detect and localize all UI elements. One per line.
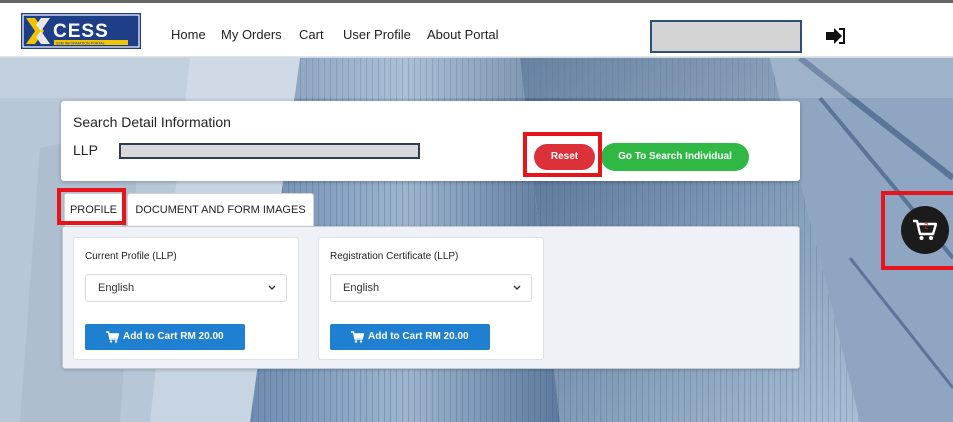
search-detail-card: Search Detail Information LLP Reset Go T… bbox=[61, 101, 800, 181]
product-title: Current Profile (LLP) bbox=[85, 251, 177, 262]
language-select-value: English bbox=[98, 282, 135, 294]
product-title: Registration Certificate (LLP) bbox=[330, 251, 459, 262]
llp-label: LLP bbox=[73, 142, 98, 158]
user-name-field[interactable] bbox=[650, 20, 802, 53]
top-navbar: CESS SSM INFORMATION PORTAL Home My Orde… bbox=[0, 3, 953, 57]
xcess-logo[interactable]: CESS SSM INFORMATION PORTAL bbox=[21, 13, 141, 49]
add-to-cart-label: Add to Cart RM 20.00 bbox=[368, 331, 469, 342]
tab-document-and-form-images[interactable]: DOCUMENT AND FORM IMAGES bbox=[127, 193, 314, 226]
llp-name-field bbox=[119, 143, 420, 159]
svg-text:SSM INFORMATION PORTAL: SSM INFORMATION PORTAL bbox=[56, 41, 105, 45]
chevron-down-icon bbox=[513, 285, 521, 290]
nav-cart[interactable]: Cart bbox=[299, 27, 324, 42]
nav-user-profile[interactable]: User Profile bbox=[343, 27, 411, 42]
product-card: Current Profile (LLP) English Add to Car… bbox=[73, 237, 299, 360]
chevron-down-icon bbox=[268, 285, 276, 290]
go-to-search-individual-button[interactable]: Go To Search Individual bbox=[601, 143, 749, 171]
profile-tab-panel: Current Profile (LLP) English Add to Car… bbox=[62, 226, 800, 369]
language-select-value: English bbox=[343, 282, 380, 294]
add-to-cart-button[interactable]: Add to Cart RM 20.00 bbox=[85, 324, 245, 350]
nav-home[interactable]: Home bbox=[171, 27, 206, 42]
profile-tab-highlight-box bbox=[57, 188, 126, 225]
svg-text:CESS: CESS bbox=[53, 21, 109, 42]
nav-my-orders[interactable]: My Orders bbox=[221, 27, 282, 42]
add-to-cart-label: Add to Cart RM 20.00 bbox=[123, 331, 224, 342]
cart-count-badge: 2 bbox=[924, 222, 929, 231]
search-detail-title: Search Detail Information bbox=[73, 114, 231, 130]
cart-icon bbox=[351, 331, 364, 343]
cart-icon bbox=[106, 331, 119, 343]
language-select[interactable]: English bbox=[330, 274, 532, 302]
reset-highlight-box bbox=[523, 132, 602, 177]
product-card: Registration Certificate (LLP) English A… bbox=[318, 237, 544, 360]
add-to-cart-button[interactable]: Add to Cart RM 20.00 bbox=[330, 324, 490, 350]
sign-out-icon[interactable] bbox=[826, 28, 846, 44]
nav-about-portal[interactable]: About Portal bbox=[427, 27, 499, 42]
language-select[interactable]: English bbox=[85, 274, 287, 302]
